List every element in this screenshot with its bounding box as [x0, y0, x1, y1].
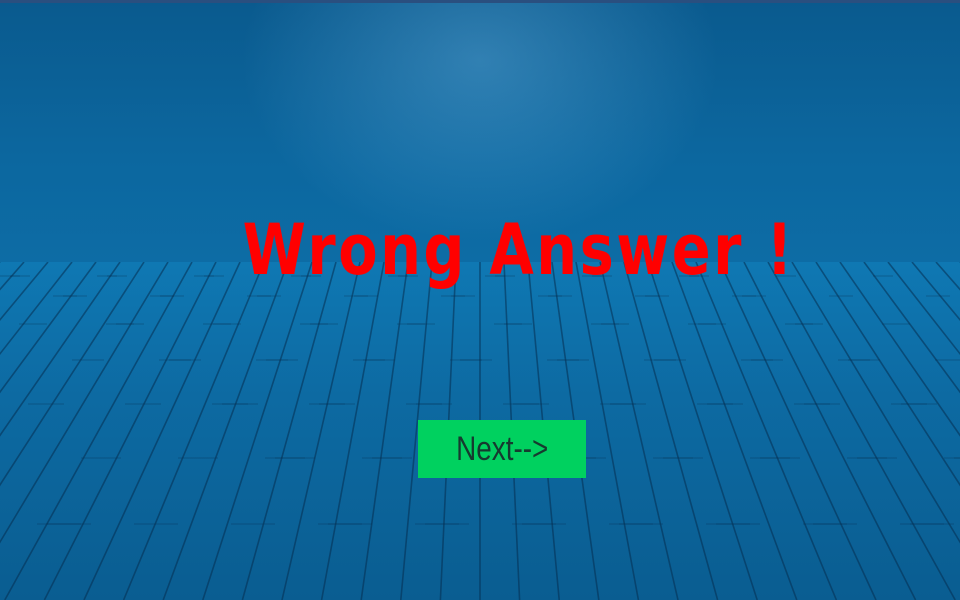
plank-seam [0, 262, 121, 437]
plank-seam [863, 262, 960, 394]
plank-seam [320, 262, 385, 600]
plank-seam [162, 262, 289, 600]
plank-seam [241, 262, 337, 600]
plank-seam [281, 262, 361, 600]
plank-seam [647, 262, 758, 600]
plank-seam [911, 262, 960, 322]
plank-seam [0, 262, 97, 394]
next-button[interactable]: Next--> [418, 420, 586, 478]
plank-seam [202, 262, 313, 600]
plank-seam [43, 262, 217, 600]
game-scene: Wrong Answer ! Next--> [0, 0, 960, 600]
plank-seam [815, 262, 960, 487]
plank-seam [122, 262, 265, 600]
next-button-label: Next--> [455, 430, 549, 468]
plank-seam [0, 262, 145, 487]
plank-seam [0, 262, 73, 356]
plank-seam [83, 262, 241, 600]
result-message: Wrong Answer ! [242, 209, 795, 291]
plank-seam [695, 262, 838, 600]
plank-seam [839, 262, 960, 437]
plank-seam [719, 262, 877, 600]
top-border [0, 0, 960, 3]
plank-seam [743, 262, 917, 600]
plank-seam [0, 262, 49, 322]
plank-seam [623, 262, 719, 600]
plank-seam [887, 262, 960, 356]
plank-seam [599, 262, 679, 600]
plank-seam [360, 262, 409, 600]
plank-seam [671, 262, 798, 600]
